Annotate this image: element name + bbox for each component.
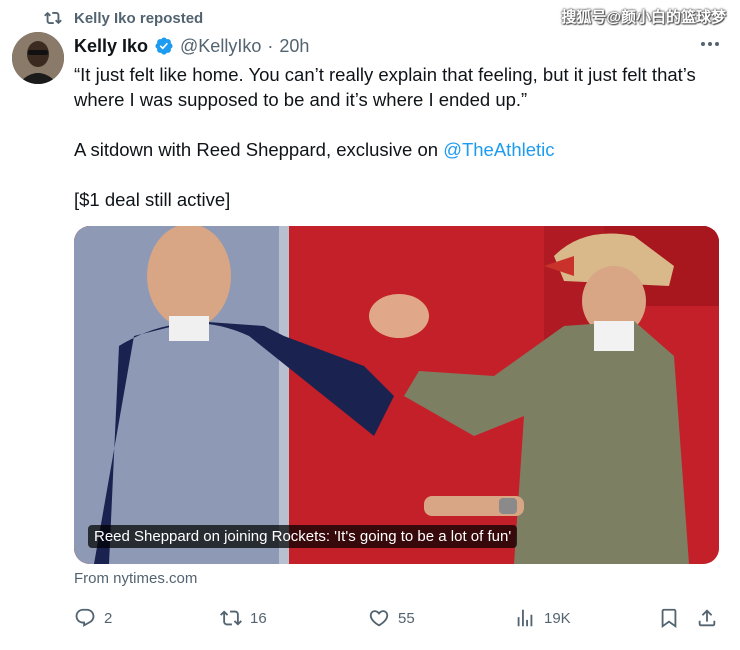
share-button[interactable]	[696, 606, 718, 630]
views-count: 19K	[544, 609, 571, 627]
mention-link[interactable]: @TheAthletic	[443, 139, 554, 160]
author-handle[interactable]: @KellyIko	[180, 36, 261, 57]
bookmark-icon	[661, 608, 677, 629]
watermark: 搜狐号@颜小白的篮球梦	[561, 9, 726, 26]
reply-button[interactable]: 2	[74, 606, 112, 630]
verified-badge-icon	[155, 37, 173, 55]
author-name[interactable]: Kelly Iko	[74, 36, 148, 57]
tweet-line-3: [$1 deal still active]	[74, 189, 231, 210]
repost-icon	[44, 11, 62, 25]
link-source[interactable]: From nytimes.com	[74, 570, 197, 587]
views-button[interactable]: 19K	[514, 606, 571, 630]
tweet-quote: “It just felt like home. You can’t reall…	[74, 64, 696, 110]
separator-dot: ·	[267, 35, 274, 56]
handshake-photo	[74, 226, 719, 564]
tweet-line-2-text: A sitdown with Reed Sheppard, exclusive …	[74, 139, 444, 160]
tweet-text: “It just felt like home. You can’t reall…	[74, 62, 714, 212]
action-bar: 2 16 55 19K	[74, 606, 724, 630]
repost-icon	[220, 610, 242, 626]
bookmark-button[interactable]	[658, 606, 680, 630]
views-chart-icon	[517, 609, 533, 627]
repost-indicator[interactable]: Kelly Iko reposted	[44, 8, 203, 28]
media-card[interactable]: Reed Sheppard on joining Rockets: 'It's …	[74, 226, 719, 564]
tweet-time[interactable]: 20h	[279, 36, 309, 57]
repost-label: Kelly Iko reposted	[74, 9, 204, 27]
reply-count: 2	[104, 609, 113, 627]
tweet-line-2: A sitdown with Reed Sheppard, exclusive …	[74, 137, 714, 162]
tweet-header: Kelly Iko @KellyIko · 20h	[74, 34, 309, 58]
repost-count: 16	[250, 609, 267, 627]
like-button[interactable]: 55	[368, 606, 415, 630]
like-count: 55	[398, 609, 415, 627]
reply-icon	[75, 608, 95, 627]
repost-button[interactable]: 16	[220, 606, 267, 630]
share-icon	[698, 609, 716, 627]
avatar[interactable]	[12, 32, 64, 84]
heart-icon	[369, 610, 389, 627]
media-caption: Reed Sheppard on joining Rockets: 'It's …	[88, 525, 518, 548]
more-dots-icon[interactable]	[698, 34, 722, 54]
